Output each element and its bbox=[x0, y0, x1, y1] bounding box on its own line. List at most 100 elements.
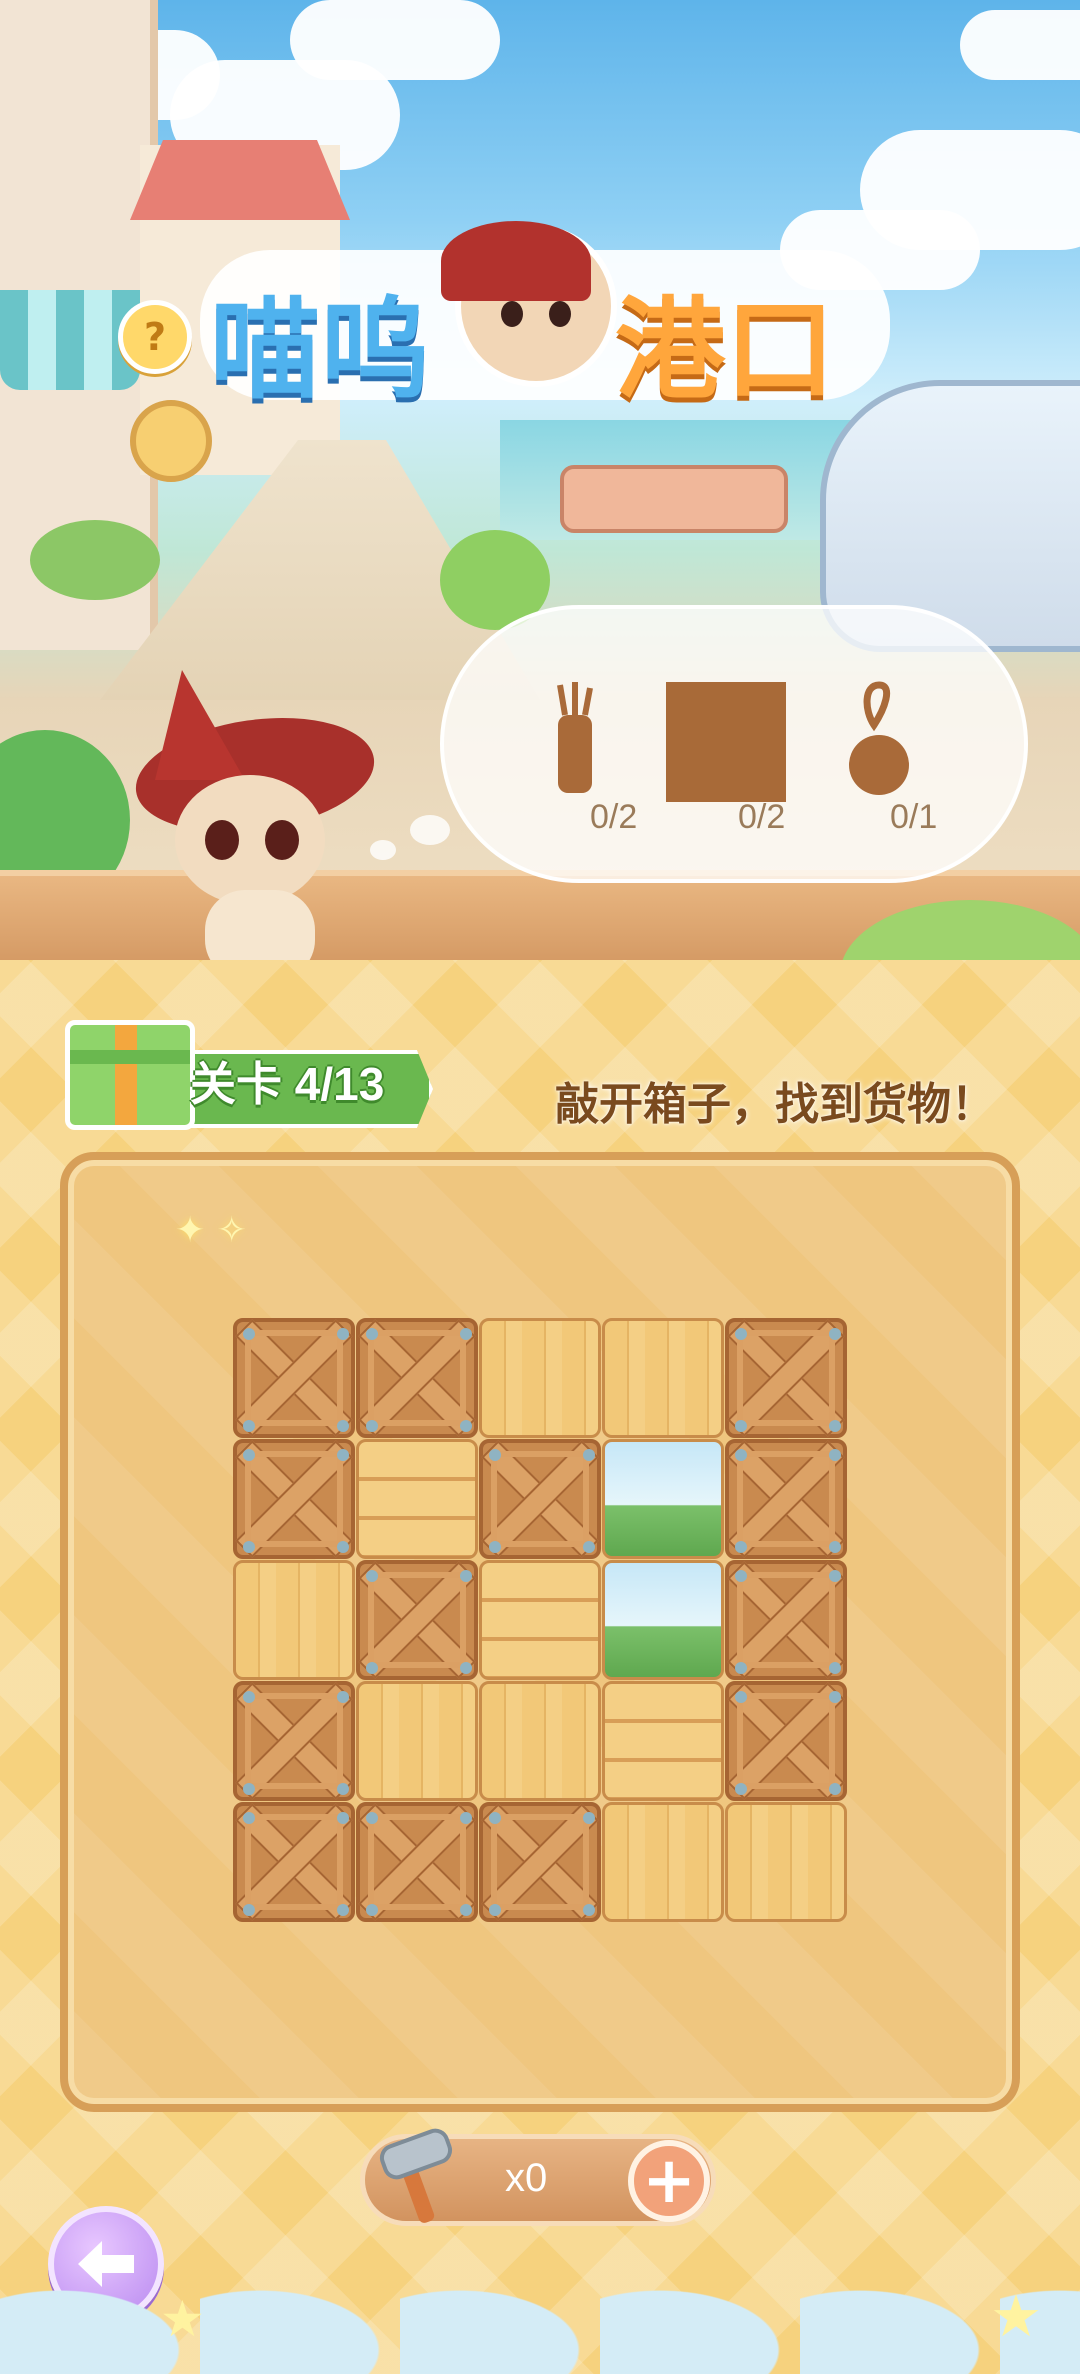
bolt bbox=[243, 1328, 255, 1340]
crate-closed[interactable] bbox=[725, 1439, 847, 1559]
cloud bbox=[960, 10, 1080, 80]
bolt bbox=[583, 1541, 595, 1553]
bolt bbox=[829, 1449, 841, 1461]
crate-closed[interactable] bbox=[233, 1802, 355, 1922]
bolt bbox=[460, 1420, 472, 1432]
bolt bbox=[735, 1420, 747, 1432]
golf-bag-icon bbox=[557, 682, 593, 793]
crate-open bbox=[602, 1681, 724, 1801]
bolt bbox=[829, 1420, 841, 1432]
small-boat bbox=[560, 465, 788, 533]
star-icon: ★ bbox=[160, 2290, 205, 2348]
crate-closed[interactable] bbox=[233, 1681, 355, 1801]
bolt bbox=[829, 1328, 841, 1340]
cat-character bbox=[115, 670, 395, 990]
bolt bbox=[489, 1904, 501, 1916]
crate-open bbox=[602, 1318, 724, 1438]
crate-open bbox=[479, 1318, 601, 1438]
crate-closed[interactable] bbox=[725, 1318, 847, 1438]
bolt bbox=[829, 1541, 841, 1553]
bolt bbox=[337, 1449, 349, 1461]
bolt bbox=[243, 1691, 255, 1703]
bush bbox=[30, 520, 160, 600]
arrow-left-icon bbox=[78, 2241, 134, 2287]
cat-face bbox=[175, 775, 325, 905]
logo-title-right: 港口 bbox=[615, 286, 835, 414]
crate-open bbox=[356, 1439, 478, 1559]
crate-closed[interactable] bbox=[725, 1560, 847, 1680]
crate-revealed bbox=[602, 1439, 724, 1559]
crate-closed[interactable] bbox=[725, 1681, 847, 1801]
cloud bbox=[290, 0, 500, 80]
crate-closed[interactable] bbox=[233, 1318, 355, 1438]
bolt bbox=[735, 1449, 747, 1461]
crate-open bbox=[479, 1560, 601, 1680]
bolt bbox=[366, 1420, 378, 1432]
round-window bbox=[130, 400, 212, 482]
bolt bbox=[735, 1570, 747, 1582]
bolt bbox=[735, 1662, 747, 1674]
level-label: 关卡 4/13 bbox=[190, 1058, 385, 1110]
photo-frame-icon bbox=[666, 682, 786, 802]
cat-face-icon bbox=[441, 221, 617, 387]
bolt bbox=[337, 1691, 349, 1703]
bolt bbox=[243, 1904, 255, 1916]
bolt bbox=[735, 1541, 747, 1553]
bolt bbox=[460, 1662, 472, 1674]
crate-closed[interactable] bbox=[356, 1318, 478, 1438]
bolt bbox=[366, 1328, 378, 1340]
crate-open bbox=[356, 1681, 478, 1801]
bolt bbox=[243, 1449, 255, 1461]
bolt bbox=[460, 1328, 472, 1340]
plus-icon: + bbox=[642, 2144, 696, 2218]
crate-revealed bbox=[602, 1560, 724, 1680]
bolt bbox=[337, 1328, 349, 1340]
level-instruction: 敲开箱子，找到货物！ bbox=[555, 1079, 995, 1130]
crate-closed[interactable] bbox=[479, 1802, 601, 1922]
bolt bbox=[366, 1570, 378, 1582]
goal-bubble: 0/2 0/2 0/1 bbox=[370, 585, 1028, 885]
bolt bbox=[337, 1904, 349, 1916]
bolt bbox=[583, 1449, 595, 1461]
crate-closed[interactable] bbox=[356, 1560, 478, 1680]
bolt bbox=[829, 1691, 841, 1703]
bolt bbox=[366, 1904, 378, 1916]
bolt bbox=[243, 1541, 255, 1553]
bell-icon bbox=[849, 681, 909, 795]
help-button[interactable]: ? bbox=[118, 300, 192, 374]
game-logo: 喵呜 港口 bbox=[200, 221, 890, 414]
crate-closed[interactable] bbox=[233, 1439, 355, 1559]
goal-count: 0/2 bbox=[590, 798, 638, 836]
hammer-icon[interactable] bbox=[372, 2118, 462, 2228]
crate-grid bbox=[233, 1318, 847, 1924]
logo-title-left: 喵呜 bbox=[210, 286, 430, 414]
bolt bbox=[829, 1662, 841, 1674]
bolt bbox=[829, 1570, 841, 1582]
bolt bbox=[583, 1812, 595, 1824]
bolt bbox=[460, 1570, 472, 1582]
crate-closed[interactable] bbox=[479, 1439, 601, 1559]
bolt bbox=[489, 1541, 501, 1553]
bolt bbox=[337, 1812, 349, 1824]
bolt bbox=[460, 1904, 472, 1916]
bolt bbox=[583, 1904, 595, 1916]
goal-count: 0/2 bbox=[738, 798, 786, 836]
crate-closed[interactable] bbox=[356, 1802, 478, 1922]
crate-open bbox=[725, 1802, 847, 1922]
bolt bbox=[243, 1783, 255, 1795]
hammer-count: x0 bbox=[505, 2156, 548, 2200]
bolt bbox=[337, 1541, 349, 1553]
bolt bbox=[735, 1691, 747, 1703]
bolt bbox=[243, 1812, 255, 1824]
bolt bbox=[460, 1812, 472, 1824]
house-roof bbox=[130, 140, 350, 220]
bolt bbox=[366, 1812, 378, 1824]
crate-open bbox=[479, 1681, 601, 1801]
bolt bbox=[829, 1783, 841, 1795]
help-icon: ? bbox=[143, 315, 167, 359]
bolt bbox=[243, 1420, 255, 1432]
bolt bbox=[735, 1328, 747, 1340]
bolt bbox=[337, 1783, 349, 1795]
add-hammer-button[interactable]: + bbox=[628, 2140, 710, 2222]
gift-icon bbox=[65, 1020, 195, 1130]
